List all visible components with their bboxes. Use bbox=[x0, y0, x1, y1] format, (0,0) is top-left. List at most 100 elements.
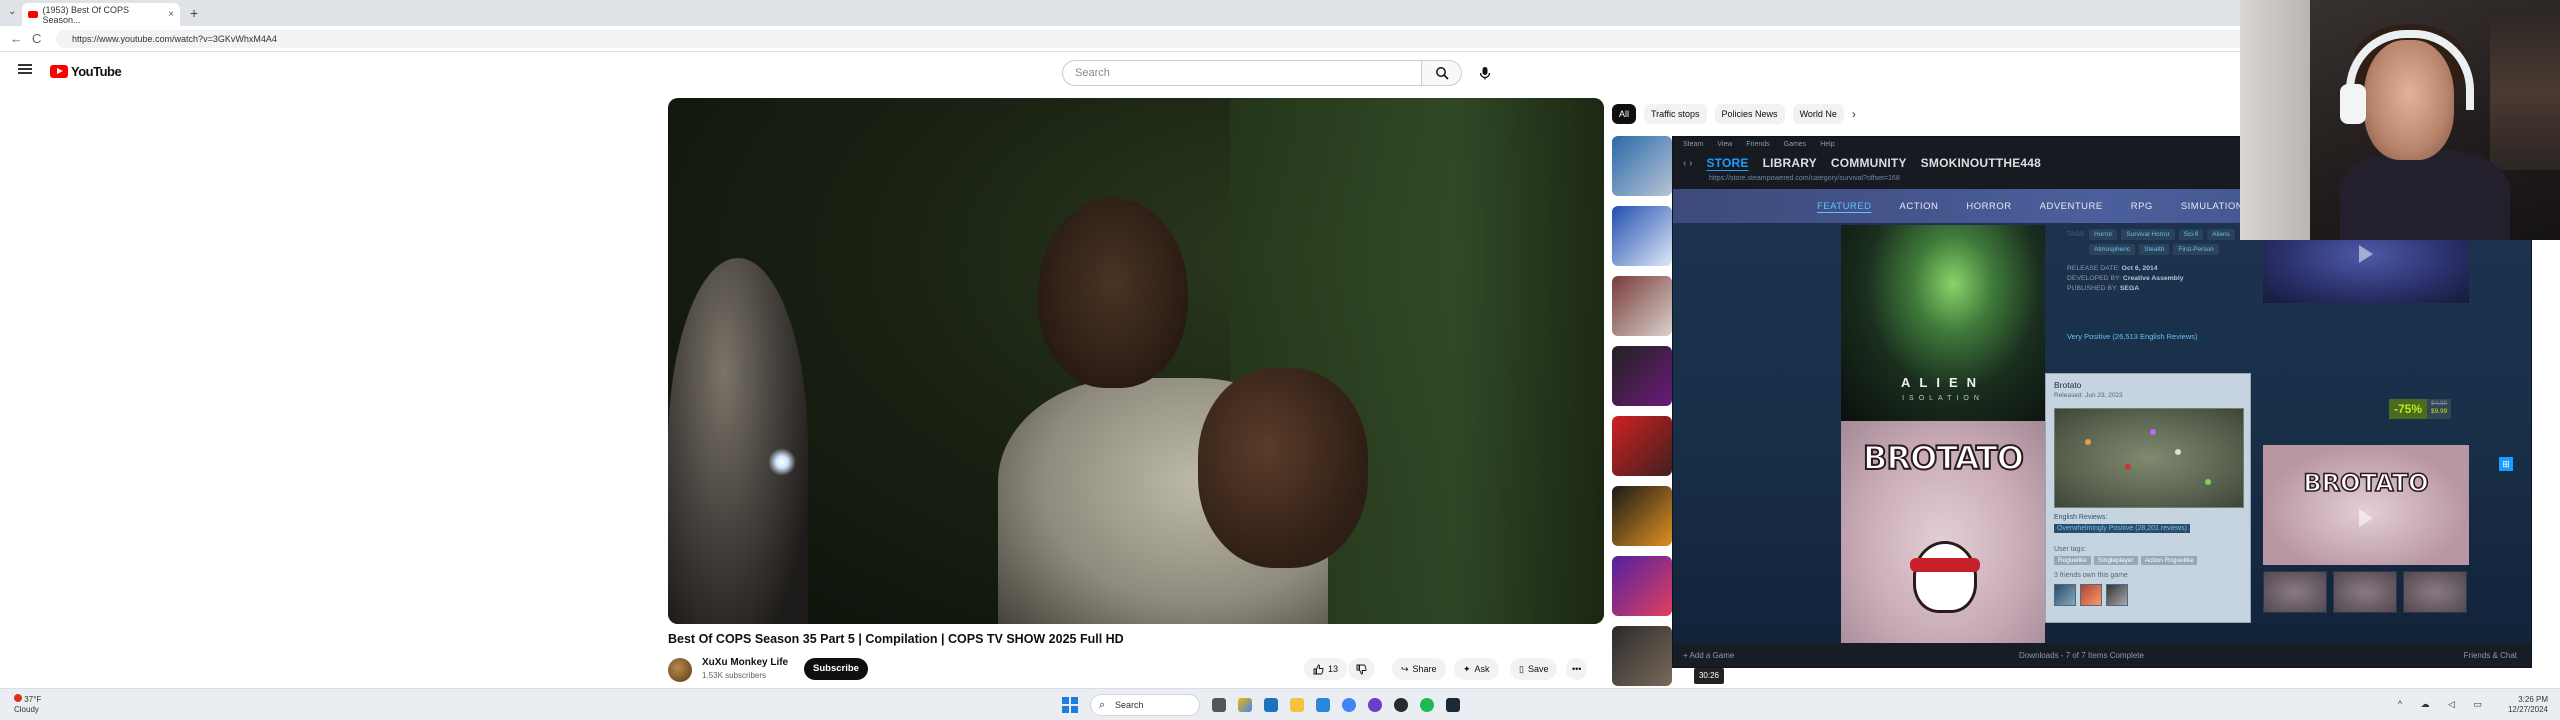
steam-right-column: -75% $4.99 $9.99 ⊞ BROTATO bbox=[2263, 223, 2513, 643]
obs-icon[interactable] bbox=[1368, 698, 1382, 712]
steam-nav-community[interactable]: COMMUNITY bbox=[1831, 156, 1907, 170]
new-tab-button[interactable]: + bbox=[190, 5, 198, 21]
friend-avatar[interactable] bbox=[2106, 584, 2128, 606]
dislike-button[interactable] bbox=[1348, 658, 1375, 680]
screenshot-thumbnail[interactable] bbox=[2403, 571, 2467, 613]
tag[interactable]: Atmospheric bbox=[2089, 244, 2136, 255]
chip-world-news[interactable]: World Ne bbox=[1792, 104, 1844, 124]
headset-earcup bbox=[2340, 84, 2366, 124]
video-player[interactable] bbox=[668, 98, 1604, 624]
steam-taskbar-icon[interactable] bbox=[1446, 698, 1460, 712]
steam-cat-adventure[interactable]: ADVENTURE bbox=[2040, 201, 2103, 212]
tag[interactable]: First-Person bbox=[2173, 244, 2219, 255]
system-tray-icons[interactable]: ^ ☁ ◁ ▭ bbox=[2398, 699, 2490, 710]
tag[interactable]: Survival Horror bbox=[2121, 229, 2175, 240]
share-button[interactable]: ↪ Share bbox=[1392, 658, 1446, 680]
clock[interactable]: 3:26 PM 12/27/2024 bbox=[2508, 695, 2548, 715]
related-thumbnail[interactable] bbox=[1612, 206, 1672, 266]
weather-widget[interactable]: 37°F Cloudy bbox=[14, 694, 41, 715]
friend-avatar[interactable] bbox=[2054, 584, 2076, 606]
user-tag[interactable]: Action Roguelike bbox=[2140, 556, 2198, 565]
clock-date: 12/27/2024 bbox=[2507, 705, 2548, 714]
subscribe-button[interactable]: Subscribe bbox=[804, 658, 868, 680]
english-reviews-value: Overwhelmingly Positive (28,201 reviews) bbox=[2054, 524, 2190, 533]
screenshot-thumbnail[interactable] bbox=[2263, 571, 2327, 613]
publisher-label: PUBLISHED BY: bbox=[2067, 285, 2118, 292]
tab-menu-icon[interactable]: ⌄ bbox=[8, 6, 16, 17]
screenshot-sprite bbox=[2205, 479, 2211, 485]
reload-icon[interactable]: C bbox=[32, 31, 41, 46]
tag[interactable]: Stealth bbox=[2139, 244, 2170, 255]
add-game-button[interactable]: + Add a Game bbox=[1683, 651, 1734, 660]
url-field[interactable]: https://www.youtube.com/watch?v=3GKvWhxM… bbox=[56, 30, 2486, 48]
steam-cat-horror[interactable]: HORROR bbox=[1966, 201, 2011, 212]
user-tag[interactable]: Roguelike bbox=[2054, 556, 2091, 565]
user-tag[interactable]: Singleplayer bbox=[2093, 556, 2138, 565]
chevron-right-icon[interactable]: › bbox=[1852, 107, 1856, 121]
ask-button[interactable]: ✦ Ask bbox=[1454, 658, 1499, 680]
chip-policies-news[interactable]: Policies News bbox=[1714, 104, 1785, 124]
alien-tags: Horror Survival Horror Sci-fi Aliens Atm… bbox=[2053, 229, 2263, 255]
friend-avatar[interactable] bbox=[2080, 584, 2102, 606]
more-actions-button[interactable]: ••• bbox=[1566, 658, 1588, 680]
steam-nav-profile[interactable]: SMOKINOUTTHE448 bbox=[1921, 156, 2041, 170]
search-input[interactable]: Search bbox=[1062, 60, 1422, 86]
file-explorer-icon[interactable] bbox=[1290, 698, 1304, 712]
brotato-capsule[interactable]: BROTATO bbox=[1841, 421, 2045, 643]
steam-menu-friends[interactable]: Friends bbox=[1746, 141, 1769, 148]
friends-chat-button[interactable]: Friends & Chat bbox=[2464, 651, 2517, 660]
search-button[interactable] bbox=[1422, 60, 1462, 86]
windows-start-icon[interactable] bbox=[1062, 697, 1078, 713]
tag[interactable]: Horror bbox=[2089, 229, 2118, 240]
steam-cat-simulation[interactable]: SIMULATION bbox=[2181, 201, 2243, 212]
youtube-logo[interactable]: YouTube bbox=[50, 64, 122, 79]
voice-search-button[interactable] bbox=[1472, 60, 1498, 86]
downloads-status[interactable]: Downloads - 7 of 7 Items Complete bbox=[2019, 651, 2144, 660]
steam-nav-library[interactable]: LIBRARY bbox=[1763, 156, 1817, 170]
tag[interactable]: Aliens bbox=[2207, 229, 2235, 240]
related-thumbnail[interactable] bbox=[1612, 416, 1672, 476]
alien-isolation-capsule[interactable]: ALIEN ISOLATION bbox=[1841, 225, 2045, 421]
task-view-icon[interactable] bbox=[1212, 698, 1226, 712]
steam-cat-action[interactable]: ACTION bbox=[1900, 201, 1939, 212]
steam-menu-view[interactable]: View bbox=[1717, 141, 1732, 148]
save-button[interactable]: ▯ Save bbox=[1510, 658, 1558, 680]
chip-traffic-stops[interactable]: Traffic stops bbox=[1644, 104, 1707, 124]
spotify-icon[interactable] bbox=[1420, 698, 1434, 712]
related-thumbnail[interactable] bbox=[1612, 556, 1672, 616]
copilot-icon[interactable] bbox=[1238, 698, 1252, 712]
related-thumbnail[interactable] bbox=[1612, 626, 1672, 686]
steam-menu-steam[interactable]: Steam bbox=[1683, 141, 1703, 148]
menu-icon[interactable] bbox=[18, 64, 32, 74]
brotato-trailer-preview[interactable]: BROTATO bbox=[2263, 445, 2469, 565]
steam-back-forward-icon[interactable]: ‹ › bbox=[1683, 158, 1692, 169]
discount-block[interactable]: -75% $4.99 $9.99 bbox=[2389, 399, 2452, 419]
screenshot-thumbnail[interactable] bbox=[2333, 571, 2397, 613]
steam-menu-help[interactable]: Help bbox=[1820, 141, 1834, 148]
video-title: Best Of COPS Season 35 Part 5 | Compilat… bbox=[668, 632, 1124, 646]
webcam-overlay bbox=[2240, 0, 2560, 240]
tab-close-icon[interactable]: × bbox=[168, 9, 174, 20]
related-thumbnail[interactable] bbox=[1612, 346, 1672, 406]
taskbar-apps: Search bbox=[1062, 693, 1460, 717]
steam-cat-featured[interactable]: FEATURED bbox=[1817, 201, 1872, 212]
tag[interactable]: Sci-fi bbox=[2178, 229, 2204, 240]
alien-reviews: Very Positive (26,513 English Reviews) bbox=[2067, 332, 2198, 341]
store-icon[interactable] bbox=[1316, 698, 1330, 712]
taskbar-search[interactable]: Search bbox=[1090, 694, 1200, 716]
edge-icon[interactable] bbox=[1264, 698, 1278, 712]
back-icon[interactable]: ← bbox=[10, 31, 23, 46]
browser-tab-youtube[interactable]: (1953) Best Of COPS Season... × bbox=[22, 3, 180, 26]
like-button[interactable]: 13 bbox=[1304, 658, 1348, 680]
steam-menu-games[interactable]: Games bbox=[1784, 141, 1807, 148]
channel-name[interactable]: XuXu Monkey Life bbox=[702, 657, 788, 668]
related-thumbnail[interactable] bbox=[1612, 136, 1672, 196]
steam-cat-rpg[interactable]: RPG bbox=[2131, 201, 2153, 212]
channel-avatar[interactable] bbox=[668, 658, 692, 682]
app-icon[interactable] bbox=[1394, 698, 1408, 712]
steam-nav-store[interactable]: STORE bbox=[1706, 156, 1748, 170]
chip-all[interactable]: All bbox=[1612, 104, 1637, 124]
chrome-icon[interactable] bbox=[1342, 698, 1356, 712]
related-thumbnail[interactable] bbox=[1612, 486, 1672, 546]
related-thumbnail[interactable] bbox=[1612, 276, 1672, 336]
